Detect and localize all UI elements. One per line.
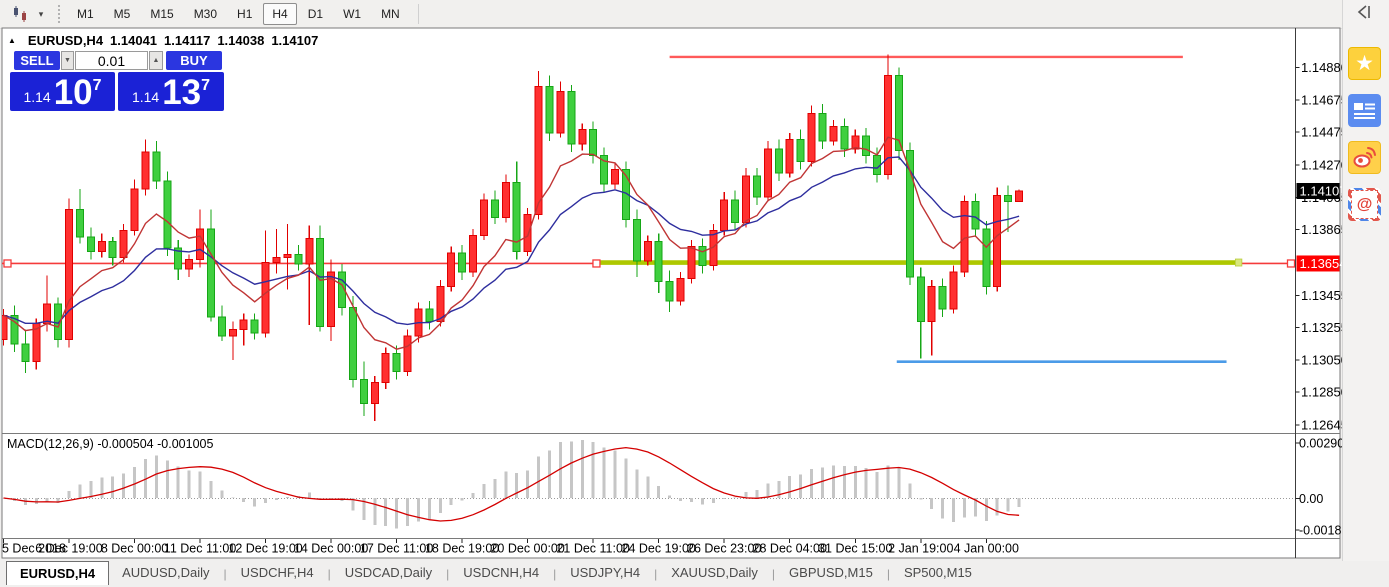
sell-button[interactable]: SELL [14, 51, 60, 70]
price-tick-label: 1.13455 [1301, 288, 1348, 303]
time-tick-label: 14 Dec 00:00 [294, 542, 368, 556]
weibo-icon[interactable] [1348, 141, 1381, 174]
tab-AUDUSD,Daily[interactable]: AUDUSD,Daily [109, 561, 222, 584]
time-tick-label: 11 Dec 11:00 [164, 542, 237, 556]
symbol-marker-icon: ▲ [8, 36, 16, 45]
current-price-label: 1.14107 [1300, 184, 1347, 199]
volume-input[interactable] [75, 51, 148, 70]
sell-price-prefix: 1.14 [23, 89, 50, 105]
price-tick-label: 1.12850 [1301, 385, 1348, 400]
price-tick-label: 1.13255 [1301, 320, 1348, 335]
price-tick-label: 1.14675 [1301, 93, 1348, 108]
line-anchor-marker [4, 260, 11, 267]
price-tick-label: 1.13865 [1301, 222, 1348, 237]
buy-price-button[interactable]: 1.14 13 7 [118, 72, 224, 111]
buy-button[interactable]: BUY [166, 51, 222, 70]
time-tick-label: 18 Dec 19:00 [425, 542, 499, 556]
time-tick-label: 4 Jan 00:00 [954, 542, 1019, 556]
time-tick-label: 12 Dec 19:00 [228, 542, 302, 556]
time-tick-label: 28 Dec 04:00 [753, 542, 827, 556]
mail-at-icon[interactable]: @ [1348, 188, 1381, 221]
high-value: 1.14117 [164, 33, 210, 48]
price-tick-label: 1.14880 [1301, 60, 1348, 75]
collapse-panel-icon[interactable] [1356, 4, 1374, 20]
tab-GBPUSD,M15[interactable]: GBPUSD,M15 [776, 561, 886, 584]
chart-tabs-bar: EURUSD,H4AUDUSD,Daily|USDCHF,H4|USDCAD,D… [0, 561, 1389, 587]
price-tick-label: 1.14270 [1301, 157, 1348, 172]
tab-USDCNH,H4[interactable]: USDCNH,H4 [450, 561, 552, 584]
buy-price-sup: 7 [201, 77, 210, 95]
sell-price-big: 10 [54, 76, 93, 109]
right-sidebar: ★ @ [1342, 0, 1389, 561]
hline-price-label: 1.13654 [1300, 256, 1347, 271]
volume-increase-button[interactable]: ▲ [149, 51, 163, 70]
tab-SP500,M15[interactable]: SP500,M15 [891, 561, 985, 584]
volume-decrease-button[interactable]: ▼ [61, 51, 74, 70]
price-tick-label: 1.14475 [1301, 125, 1348, 140]
price-tick-label: 1.12645 [1301, 417, 1348, 432]
news-feed-icon[interactable] [1348, 94, 1381, 127]
time-tick-label: 24 Dec 19:00 [622, 542, 696, 556]
macd-tick-label: 0.00 [1299, 492, 1323, 506]
sell-price-button[interactable]: 1.14 10 7 [10, 72, 115, 111]
sell-price-sup: 7 [93, 77, 102, 95]
price-tick-label: 1.13050 [1301, 353, 1348, 368]
tab-USDCAD,Daily[interactable]: USDCAD,Daily [332, 561, 445, 584]
low-value: 1.14038 [217, 33, 264, 48]
time-tick-label: 21 Dec 11:00 [556, 542, 629, 556]
favorites-star-icon[interactable]: ★ [1348, 47, 1381, 80]
line-anchor-marker [593, 260, 600, 267]
symbol-label: EURUSD,H4 [28, 33, 103, 48]
line-anchor-marker [1288, 260, 1295, 267]
time-tick-label: 17 Dec 11:00 [360, 542, 433, 556]
macd-indicator-label: MACD(12,26,9) -0.000504 -0.001005 [7, 437, 213, 451]
mt4-terminal: ▾ M1M5M15M30H1H4D1W1MN 1.148801.146751.1… [0, 0, 1389, 587]
time-tick-label: 8 Dec 00:00 [101, 542, 168, 556]
open-value: 1.14041 [110, 33, 157, 48]
buy-price-prefix: 1.14 [132, 89, 159, 105]
tab-USDCHF,H4[interactable]: USDCHF,H4 [228, 561, 327, 584]
time-tick-label: 2 Jan 19:00 [888, 542, 953, 556]
tab-XAUUSD,Daily[interactable]: XAUUSD,Daily [658, 561, 771, 584]
time-tick-label: 20 Dec 00:00 [490, 542, 564, 556]
chart-ohlc-header: ▲ EURUSD,H4 1.14041 1.14117 1.14038 1.14… [8, 33, 318, 48]
time-tick-label: 6 Dec 19:00 [35, 542, 102, 556]
buy-price-big: 13 [162, 76, 201, 109]
time-tick-label: 31 Dec 15:00 [818, 542, 892, 556]
tab-USDJPY,H4[interactable]: USDJPY,H4 [557, 561, 653, 584]
time-tick-label: 26 Dec 23:00 [687, 542, 761, 556]
close-value: 1.14107 [271, 33, 318, 48]
tab-EURUSD,H4[interactable]: EURUSD,H4 [6, 561, 109, 585]
